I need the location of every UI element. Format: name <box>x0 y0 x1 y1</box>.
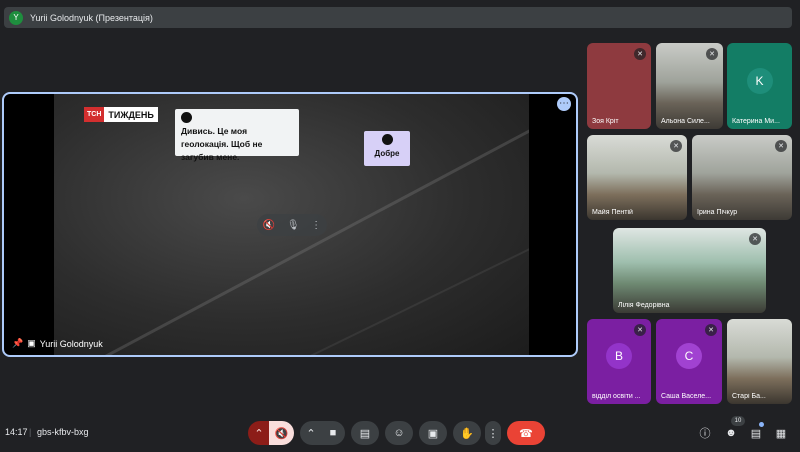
more-options-icon[interactable]: ⋮ <box>311 220 321 231</box>
tsn-logo-white: ТИЖДЕНЬ <box>104 107 158 122</box>
present-screen-icon: ▣ <box>427 427 439 440</box>
chevron-up-icon: ⌃ <box>306 427 316 440</box>
mic-off-icon: ✕ <box>705 324 717 336</box>
mic-off-icon: ✕ <box>670 140 682 152</box>
microphone-toggle-button[interactable]: 🔇 <box>269 421 294 445</box>
participant-name: Ірина Пічкур <box>697 209 738 216</box>
more-vert-icon: ⋮ <box>487 427 499 440</box>
participant-tile[interactable]: ✕ Ірина Пічкур <box>692 135 792 220</box>
mic-off-icon: ✕ <box>634 324 646 336</box>
tile-more-options-button[interactable]: ⋯ <box>557 97 571 111</box>
present-button[interactable]: ▣ <box>419 421 447 445</box>
chat-icon[interactable]: ▤ <box>749 426 763 440</box>
clock: 14:17 <box>5 427 28 437</box>
activities-icon[interactable]: ▦ <box>774 426 788 440</box>
main-presentation-tile[interactable]: ТСН ТИЖДЕНЬ Дивись. Це моя геолокація. Щ… <box>2 92 578 357</box>
mic-off-icon: ✕ <box>706 48 718 60</box>
participant-tile[interactable]: ✕ Альона Силе... <box>656 43 723 129</box>
message-bubble: Дивись. Це моя геолокація. Щоб не загуби… <box>175 109 299 162</box>
more-options-button[interactable]: ⋮ <box>485 421 501 445</box>
leave-call-button[interactable]: ☎ <box>507 421 545 445</box>
meeting-info-icon[interactable]: ⓘ <box>698 426 712 440</box>
mic-off-icon: ✕ <box>775 140 787 152</box>
user-icon <box>181 112 192 123</box>
present-screen-icon: ▣ <box>27 338 36 348</box>
presenter-label: 📌 ▣ Yurii Golodnyuk <box>12 338 103 349</box>
mic-off-icon[interactable]: 🔇 <box>263 220 275 231</box>
chevron-up-icon: ⌃ <box>254 427 264 440</box>
emoji-reactions-button[interactable]: ☺ <box>385 421 413 445</box>
presenter-name: Yurii Golodnyuk <box>39 338 103 349</box>
participant-name: відділ освіти ... <box>592 393 641 400</box>
participant-tile[interactable]: ✕ Зоя Кріт <box>587 43 651 129</box>
reply-bubble: Добре <box>364 131 410 166</box>
reply-text: Добре <box>374 149 400 158</box>
participant-name: Майя Пентій <box>592 209 633 216</box>
participant-name: Саша Васеле... <box>661 393 712 400</box>
mic-off-icon: ✕ <box>634 48 646 60</box>
raise-hand-button[interactable]: ✋ <box>453 421 481 445</box>
participant-avatar: C <box>676 343 702 370</box>
participant-tile[interactable]: K Катерина Ми... <box>727 43 792 129</box>
captions-button[interactable]: ▤ <box>351 421 379 445</box>
participant-name: Альона Силе... <box>661 118 710 125</box>
participant-name: Старі Ба... <box>732 393 766 400</box>
presentation-slide: ТСН ТИЖДЕНЬ Дивись. Це моя геолокація. Щ… <box>54 94 529 355</box>
phone-hangup-icon: ☎ <box>519 427 533 440</box>
participant-name: Лілія Федорівна <box>618 302 670 309</box>
presentation-title-bar: Y Yurii Golodnyuk (Презентація) <box>4 7 792 28</box>
tsn-logo: ТСН ТИЖДЕНЬ <box>84 107 158 122</box>
tile-hover-controls: 🔇 🎙 ⋮ <box>257 214 327 236</box>
chat-notification-dot <box>759 422 764 427</box>
divider: | <box>29 427 32 437</box>
meeting-code: gbs-kfbv-bxg <box>37 427 89 437</box>
camera-toggle-button[interactable]: ■ <box>321 421 345 445</box>
presenter-avatar: Y <box>9 10 23 25</box>
mic-off-icon: 🔇 <box>274 427 289 440</box>
people-icon[interactable]: ☻ <box>724 426 738 440</box>
mic-off-icon: ✕ <box>749 233 761 245</box>
camera-icon: ■ <box>329 427 337 439</box>
mic-icon[interactable]: 🎙 <box>287 220 300 231</box>
participant-tile[interactable]: ✕ Лілія Федорівна <box>613 228 766 313</box>
participant-avatar: K <box>746 67 773 94</box>
participant-tile[interactable]: Старі Ба... <box>727 319 792 404</box>
user-icon <box>381 134 393 145</box>
participant-tile[interactable]: ✕ B відділ освіти ... <box>587 319 651 404</box>
participant-count-badge: 10 <box>731 416 745 426</box>
participant-name: Катерина Ми... <box>732 118 780 125</box>
audio-options-button[interactable]: ⌃ <box>248 421 270 445</box>
bottom-control-bar: 14:17 | gbs-kfbv-bxg ⌃ 🔇 ⌃ ■ ▤ ☺ ▣ ✋ ⋮ ☎… <box>0 412 800 452</box>
video-options-button[interactable]: ⌃ <box>300 421 322 445</box>
pin-icon[interactable]: 📌 <box>12 338 23 349</box>
message-text: Дивись. Це моя геолокація. Щоб не загуби… <box>181 126 263 162</box>
hand-icon: ✋ <box>460 427 474 440</box>
presentation-title: Yurii Golodnyuk (Презентація) <box>30 12 153 23</box>
captions-icon: ▤ <box>359 427 371 440</box>
participant-avatar: B <box>606 343 632 370</box>
participant-name: Зоя Кріт <box>592 118 619 125</box>
smile-icon: ☺ <box>393 427 405 439</box>
tsn-logo-red: ТСН <box>84 107 105 122</box>
participant-tile[interactable]: ✕ Майя Пентій <box>587 135 687 220</box>
participant-tile[interactable]: ✕ C Саша Васеле... <box>656 319 722 404</box>
